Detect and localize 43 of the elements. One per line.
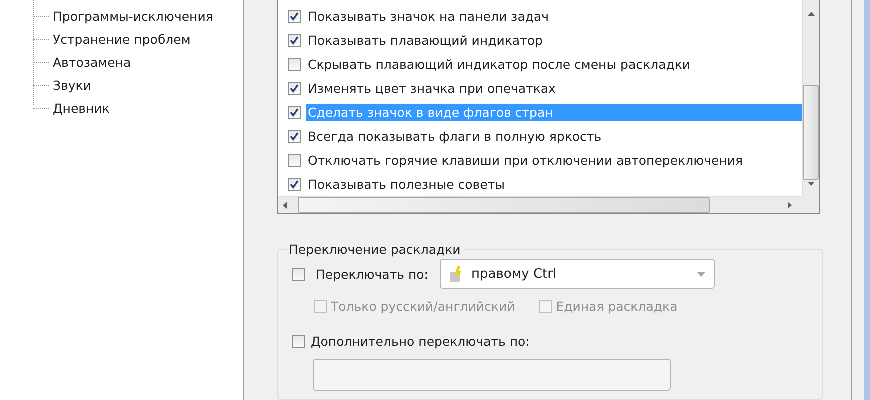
option-item[interactable]: Скрывать плавающий индикатор после смены раскладки (306, 56, 802, 72)
scroll-left-icon[interactable] (280, 202, 288, 208)
tree-item[interactable]: Устранение проблем (51, 32, 193, 47)
check-icon (290, 36, 299, 44)
switch-label: Переключать по: (316, 266, 428, 282)
check-icon (290, 84, 299, 92)
option-item[interactable]: Показывать полезные советы (306, 176, 802, 192)
tree-item[interactable]: Дневник (51, 101, 112, 116)
option-item[interactable]: Показывать значок на панели задач (306, 8, 802, 24)
tree-item[interactable]: Звуки (51, 78, 94, 93)
extra-key-dropdown[interactable] (313, 359, 671, 391)
option-item[interactable]: Отключать горячие клавиши при отключении автопереключения (306, 152, 802, 168)
tree-item[interactable]: Автозамена (51, 55, 134, 70)
scroll-right-icon[interactable] (786, 202, 794, 208)
extra-switch-label: Дополнительно переключать по: (311, 334, 530, 349)
dropdown-arrow-icon (697, 272, 706, 276)
scroll-up-icon[interactable] (808, 10, 814, 17)
scroll-thumb[interactable] (803, 85, 819, 180)
checkbox[interactable] (288, 178, 301, 190)
option-item[interactable]: Изменять цвет значка при опечатках (306, 80, 802, 96)
vertical-scrollbar[interactable] (802, 0, 819, 196)
checkbox[interactable] (288, 34, 301, 46)
key-dropdown[interactable]: правому Ctrl (440, 259, 716, 289)
option-item[interactable]: Всегда показывать флаги в полную яркость (306, 128, 802, 144)
scroll-thumb[interactable] (298, 197, 710, 213)
checkbox[interactable] (288, 58, 301, 70)
checkbox[interactable] (288, 82, 301, 94)
option-label: Только русский/английский (331, 299, 516, 314)
option-item[interactable]: Показывать плавающий индикатор (306, 32, 802, 48)
check-icon (290, 132, 299, 140)
checkbox[interactable] (288, 10, 301, 22)
checkbox[interactable] (288, 154, 301, 166)
checkbox[interactable] (292, 268, 305, 280)
check-icon (290, 12, 299, 20)
check-icon (290, 180, 299, 188)
group-title: Переключение раскладки (288, 242, 462, 257)
checkbox[interactable] (292, 335, 305, 348)
checkbox[interactable] (288, 130, 301, 142)
option-label: Единая раскладка (556, 299, 678, 314)
check-icon (290, 108, 299, 116)
horizontal-scrollbar[interactable] (278, 196, 802, 213)
checkbox[interactable] (288, 106, 301, 118)
tree-item[interactable]: Программы-исключения (51, 9, 216, 24)
